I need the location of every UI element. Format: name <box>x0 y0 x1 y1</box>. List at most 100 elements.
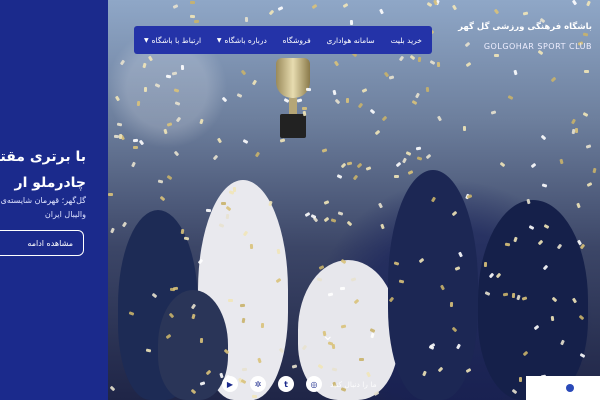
confetti-piece <box>369 109 376 115</box>
confetti-piece <box>491 109 497 115</box>
confetti-piece <box>216 137 222 144</box>
confetti-piece <box>483 261 487 267</box>
confetti-piece <box>541 135 547 141</box>
confetti-piece <box>513 69 518 75</box>
confetti-piece <box>131 161 137 168</box>
confetti-piece <box>436 115 442 122</box>
confetti-piece <box>336 173 343 179</box>
confetti-piece <box>114 95 120 102</box>
confetti-piece <box>108 192 114 196</box>
confetti-piece <box>405 151 412 157</box>
confetti-piece <box>346 220 353 227</box>
confetti-piece <box>174 88 180 93</box>
read-more-button[interactable]: مشاهده ادامه <box>0 230 84 256</box>
nav-item-label: خرید بلیت <box>390 35 422 45</box>
confetti-piece <box>311 3 318 9</box>
confetti-piece <box>416 156 423 161</box>
nav-item-contact[interactable]: ارتباط با باشگاه ▼ <box>144 36 201 45</box>
confetti-piece <box>323 216 330 222</box>
confetti-piece <box>345 98 349 104</box>
confetti-piece <box>122 221 128 228</box>
confetti-piece <box>236 92 243 98</box>
confetti-piece <box>252 79 258 86</box>
description-line1: گل‌گهر؛ قهرمان شایسته‌ی <box>0 196 86 205</box>
confetti-piece <box>583 70 589 74</box>
confetti-piece <box>571 0 577 6</box>
confetti-piece <box>402 157 408 164</box>
confetti-piece <box>586 181 593 187</box>
confetti-piece <box>142 62 148 69</box>
description-line2: والیبال ایران <box>44 210 86 219</box>
player-figure <box>388 170 478 400</box>
nav-item-shop[interactable]: فروشگاه <box>283 36 311 45</box>
confetti-piece <box>323 199 330 205</box>
brand[interactable]: باشگاه فرهنگی ورزشی گل گهر GOLGOHAR SPOR… <box>458 22 592 51</box>
confetti-piece <box>499 161 506 168</box>
confetti-piece <box>559 158 564 165</box>
confetti-piece <box>190 14 196 18</box>
twitter-icon[interactable]: t <box>278 376 294 392</box>
aparat-icon[interactable]: ✲ <box>250 376 266 392</box>
confetti-piece <box>580 243 586 249</box>
confetti-piece <box>541 183 548 188</box>
confetti-piece <box>163 128 168 135</box>
instagram-icon[interactable]: ◎ <box>306 376 322 392</box>
confetti-piece <box>180 228 184 235</box>
confetti-piece <box>117 122 123 127</box>
confetti-piece <box>393 261 400 266</box>
confetti-piece <box>181 65 185 71</box>
confetti-piece <box>172 71 178 76</box>
confetti-piece <box>466 193 473 199</box>
confetti-piece <box>220 201 226 205</box>
confetti-piece <box>398 55 404 62</box>
confetti-piece <box>465 367 472 374</box>
confetti-piece <box>530 162 537 169</box>
brand-name-en: GOLGOHAR SPORT CLUB <box>483 42 592 51</box>
confetti-piece <box>242 138 249 144</box>
confetti-piece <box>340 162 347 169</box>
chat-widget[interactable] <box>526 376 600 400</box>
confetti-piece <box>415 92 421 99</box>
trophy <box>276 58 310 138</box>
confetti-piece <box>279 138 285 143</box>
headline-line2: چادرملو ار <box>14 175 86 191</box>
social-links: ▶ ✲ t ◎ <box>222 376 322 392</box>
youtube-icon[interactable]: ▶ <box>222 376 238 392</box>
confetti-piece <box>245 17 249 23</box>
confetti-piece <box>199 119 204 125</box>
confetti-piece <box>118 133 122 139</box>
confetti-piece <box>358 358 364 362</box>
confetti-piece <box>143 86 147 92</box>
confetti-piece <box>174 101 181 107</box>
confetti-piece <box>389 75 395 80</box>
confetti-piece <box>334 98 341 104</box>
confetti-piece <box>154 83 161 88</box>
confetti-piece <box>292 364 298 369</box>
chevron-down-icon[interactable]: ⌄ <box>322 328 334 344</box>
nav-item-buy-ticket[interactable]: خرید بلیت <box>391 36 422 45</box>
nav-item-fan-system[interactable]: سامانه هواداری <box>327 36 375 45</box>
chevron-down-icon: ▼ <box>216 36 222 44</box>
confetti-piece <box>228 298 234 302</box>
confetti-piece <box>352 174 359 181</box>
headline-line1: با برتری مقتد <box>0 149 86 165</box>
confetti-piece <box>333 60 339 67</box>
confetti-piece <box>462 125 466 131</box>
confetti-piece <box>240 70 247 76</box>
nav-item-label: ارتباط با باشگاه <box>151 35 202 45</box>
confetti-piece <box>585 144 592 150</box>
confetti-piece <box>322 148 328 154</box>
confetti-piece <box>465 62 472 68</box>
nav-item-label: درباره باشگاه <box>224 35 267 45</box>
confetti-piece <box>277 6 284 12</box>
confetti-piece <box>337 211 344 216</box>
nav-item-label: سامانه هواداری <box>326 35 375 45</box>
confetti-piece <box>254 151 261 158</box>
confetti-piece <box>522 11 528 16</box>
confetti-piece <box>302 111 307 117</box>
confetti-piece <box>174 150 180 157</box>
confetti-piece <box>407 169 414 175</box>
confetti-piece <box>426 1 433 8</box>
confetti-piece <box>199 337 204 343</box>
nav-item-about[interactable]: درباره باشگاه ▼ <box>217 36 267 45</box>
